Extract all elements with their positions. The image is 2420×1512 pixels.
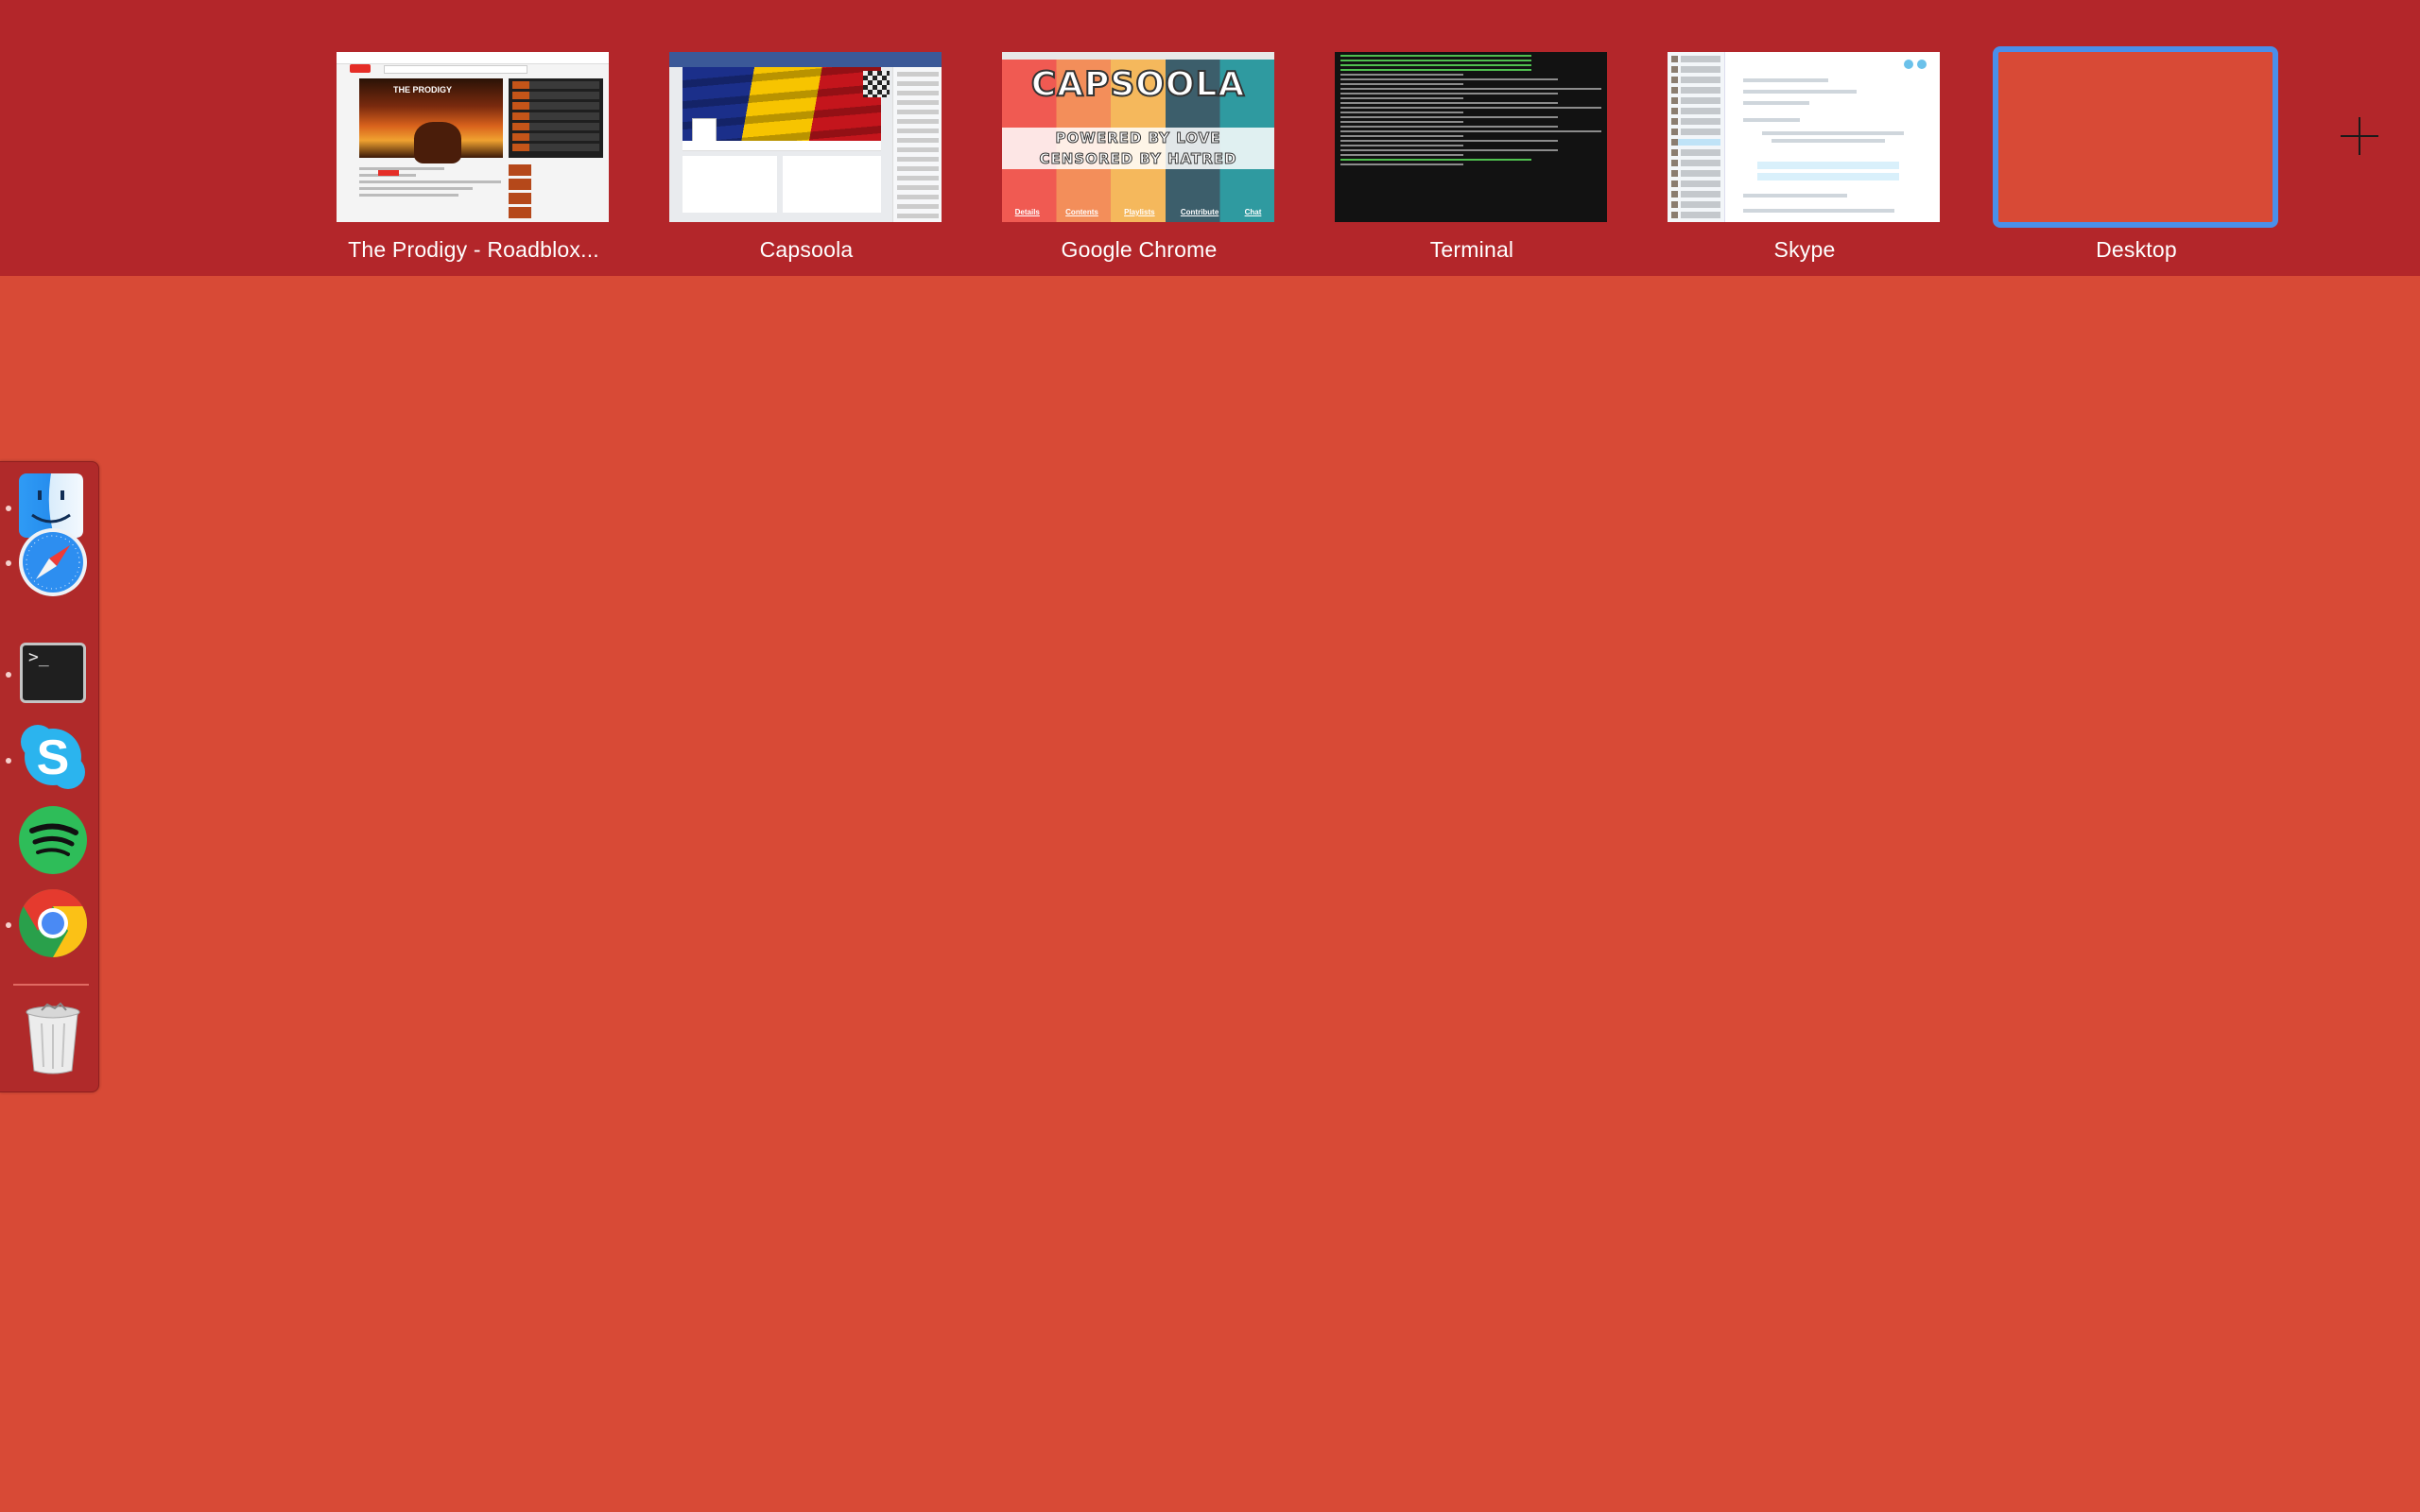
window-thumbnail[interactable]: CAPSOOLA POWERED BY LOVE CENSORED BY HAT… [1002, 52, 1274, 222]
dock: >_ S [0, 461, 99, 1092]
thumb-tagline-2: CENSORED BY HATRED [1002, 148, 1274, 169]
thumb-link: Playlists [1124, 208, 1155, 216]
space-google-chrome[interactable]: CAPSOOLA POWERED BY LOVE CENSORED BY HAT… [1002, 52, 1276, 262]
desktop-thumbnail[interactable] [1993, 46, 2278, 228]
space-terminal[interactable]: Terminal [1335, 52, 1609, 262]
window-thumbnail[interactable] [1668, 52, 1940, 222]
space-label: Desktop [2096, 237, 2177, 262]
space-label: Skype [1773, 237, 1836, 262]
terminal-icon[interactable]: >_ [17, 640, 89, 712]
thumb-link: Details [1014, 208, 1040, 216]
running-indicator [6, 672, 11, 678]
trash-icon[interactable] [17, 1001, 89, 1074]
space-label: Capsoola [759, 237, 854, 262]
svg-text:S: S [37, 730, 70, 785]
thumb-tagline-1: POWERED BY LOVE [1002, 128, 1274, 148]
space-youtube[interactable]: THE PRODIGY The Prodigy - Roadblox... [337, 52, 611, 262]
thumb-video-title: THE PRODIGY [393, 85, 453, 94]
running-indicator [6, 506, 11, 511]
window-thumbnail[interactable] [1335, 52, 1607, 222]
space-desktop[interactable]: Desktop [1993, 46, 2278, 262]
spaces-bar: THE PRODIGY The Prodigy - Roadblox... Ca… [0, 0, 2420, 276]
window-thumbnail[interactable]: THE PRODIGY [337, 52, 609, 222]
running-indicator [6, 922, 11, 928]
window-thumbnail[interactable] [669, 52, 942, 222]
thumb-site-title: CAPSOOLA [1030, 64, 1246, 105]
thumb-link: Contribute [1180, 208, 1219, 216]
desktop [0, 276, 2420, 1512]
youtube-logo-icon [350, 64, 371, 73]
terminal-prompt: >_ [28, 647, 49, 667]
dock-separator [13, 984, 89, 986]
skype-icon[interactable]: S [17, 721, 89, 793]
thumb-link: Contents [1065, 208, 1098, 216]
plus-icon[interactable] [2337, 113, 2382, 159]
space-label: Google Chrome [1061, 237, 1218, 262]
space-label: Terminal [1429, 237, 1514, 262]
safari-icon[interactable] [17, 526, 89, 598]
running-indicator [6, 758, 11, 764]
space-capsoola[interactable]: Capsoola [669, 52, 943, 262]
space-skype[interactable]: Skype [1668, 52, 1942, 262]
running-indicator [6, 560, 11, 566]
thumb-link: Chat [1244, 208, 1262, 216]
spotify-icon[interactable] [17, 804, 89, 876]
space-label: The Prodigy - Roadblox... [348, 237, 599, 262]
chrome-icon[interactable] [17, 887, 89, 959]
